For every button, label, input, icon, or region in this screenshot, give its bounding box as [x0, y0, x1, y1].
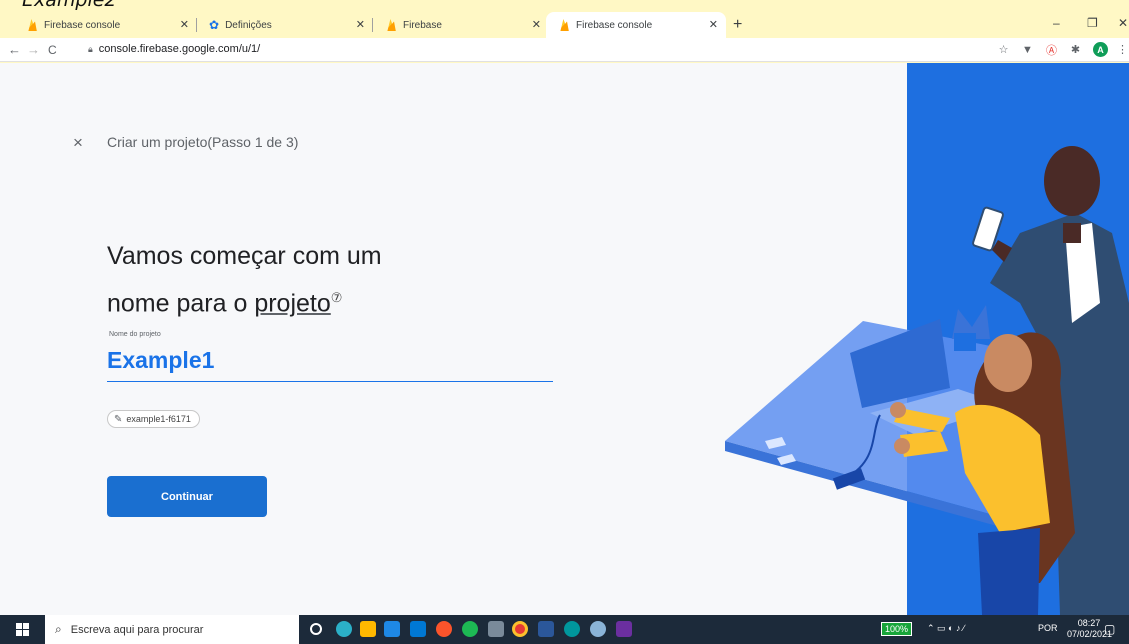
spotify-icon[interactable]: [462, 621, 478, 637]
man-head: [1044, 146, 1100, 216]
tab-label: Firebase console: [576, 19, 653, 31]
profile-avatar[interactable]: A: [1093, 42, 1108, 57]
edge-icon[interactable]: [336, 621, 352, 637]
heading-line-2: nome para o projeto⑦: [107, 277, 527, 324]
woman-head: [984, 334, 1032, 392]
arduino-icon[interactable]: [564, 621, 580, 637]
url-text: console.firebase.google.com/u/1/: [98, 43, 261, 55]
tab-label: Firebase console: [44, 19, 121, 31]
tab-label: Firebase: [403, 19, 442, 31]
page-heading: Vamos começar com um nome para o projeto…: [107, 235, 527, 324]
tab-firebase-console-1[interactable]: Firebase console ✕: [14, 12, 197, 38]
firebase-icon: [387, 19, 396, 31]
heading-line-1: Vamos começar com um: [107, 242, 382, 270]
heading-prefix: nome para o: [107, 289, 255, 318]
tab-label: Definições: [225, 19, 272, 31]
taskbar-search[interactable]: ⌕ Escreva aqui para procurar: [45, 615, 299, 644]
reload-button[interactable]: C: [48, 43, 57, 57]
cropped-title: Example2: [22, 0, 117, 11]
wizard-step-title: Criar um projeto(Passo 1 de 3): [107, 134, 299, 150]
notification-icon[interactable]: ▢: [1104, 622, 1115, 636]
windows-taskbar: ⌕ Escreva aqui para procurar 100% ⌃ ▭ ◐ …: [0, 615, 1129, 644]
word-icon[interactable]: [538, 621, 554, 637]
close-tab-icon[interactable]: ✕: [532, 18, 541, 31]
url-field[interactable]: 🔒︎ console.firebase.google.com/u/1/: [88, 43, 260, 55]
app-icon[interactable]: [488, 621, 504, 637]
back-button[interactable]: ←: [8, 42, 21, 57]
cortana-icon[interactable]: [310, 623, 322, 635]
minimize-button[interactable]: –: [1053, 16, 1060, 30]
project-id-chip[interactable]: ✎ example1-f6171: [107, 410, 200, 428]
continue-button[interactable]: Continuar: [107, 476, 267, 517]
close-wizard-button[interactable]: ×: [73, 133, 83, 153]
forward-button[interactable]: →: [27, 42, 40, 57]
search-icon: ⌕: [55, 622, 62, 636]
store-icon[interactable]: [384, 621, 400, 637]
close-tab-icon[interactable]: ✕: [709, 18, 718, 31]
battery-indicator[interactable]: 100%: [881, 622, 913, 636]
chrome-icon[interactable]: [512, 621, 528, 637]
firebase-create-project-page: × Criar um projeto(Passo 1 de 3) Vamos c…: [0, 63, 1129, 615]
woman-pants: [978, 528, 1040, 615]
menu-icon[interactable]: ⋮: [1115, 42, 1129, 57]
woman-hand: [890, 402, 906, 418]
file-explorer-icon[interactable]: [360, 621, 376, 637]
adblock-icon[interactable]: Ⓐ: [1044, 42, 1059, 57]
projeto-link[interactable]: projeto: [254, 289, 330, 317]
illustration: [725, 63, 1129, 615]
help-icon[interactable]: ⑦: [331, 290, 343, 305]
plant-pot: [954, 333, 976, 351]
tab-firebase-console-active[interactable]: Firebase console ✕: [546, 12, 726, 38]
tray-icons[interactable]: ⌃ ▭ ◐ ♪ ∕: [927, 623, 965, 634]
man-neck: [1063, 223, 1081, 243]
pencil-icon: ✎: [114, 413, 123, 425]
project-name-label: Nome do projeto: [109, 331, 161, 338]
mail-icon[interactable]: [410, 621, 426, 637]
windows-start-icon[interactable]: [16, 623, 29, 636]
project-id-text: example1-f6171: [126, 414, 191, 424]
new-tab-button[interactable]: +: [733, 16, 742, 34]
lock-icon: 🔒︎: [88, 43, 93, 54]
vs-icon[interactable]: [616, 621, 632, 637]
maximize-button[interactable]: ❐: [1087, 16, 1098, 30]
close-tab-icon[interactable]: ✕: [356, 18, 365, 31]
tab-bar: Firebase console ✕ ✿ Definições ✕ Fireba…: [0, 12, 1129, 38]
tab-firebase[interactable]: Firebase ✕: [373, 12, 549, 38]
puzzle-icon[interactable]: ✱: [1068, 42, 1083, 57]
firebase-icon: [28, 19, 37, 31]
input-language[interactable]: POR: [1038, 623, 1058, 633]
tab-definicoes[interactable]: ✿ Definições ✕: [197, 12, 373, 38]
taskbar-search-placeholder: Escreva aqui para procurar: [70, 623, 204, 636]
close-tab-icon[interactable]: ✕: [180, 18, 189, 31]
address-bar: ← → C 🔒︎ console.firebase.google.com/u/1…: [0, 38, 1129, 62]
brave-icon[interactable]: [436, 621, 452, 637]
extension-v-icon[interactable]: ▼: [1020, 42, 1035, 57]
project-name-field[interactable]: [107, 344, 553, 382]
firebase-icon: [560, 19, 569, 31]
bookmark-star-icon[interactable]: ☆: [996, 42, 1011, 57]
close-window-button[interactable]: ✕: [1118, 16, 1128, 30]
woman-hand-2: [894, 438, 910, 454]
project-name-input[interactable]: [107, 344, 553, 374]
gear-icon: ✿: [209, 18, 220, 32]
top-strip: Example2: [0, 0, 1129, 12]
paint-icon[interactable]: [590, 621, 606, 637]
